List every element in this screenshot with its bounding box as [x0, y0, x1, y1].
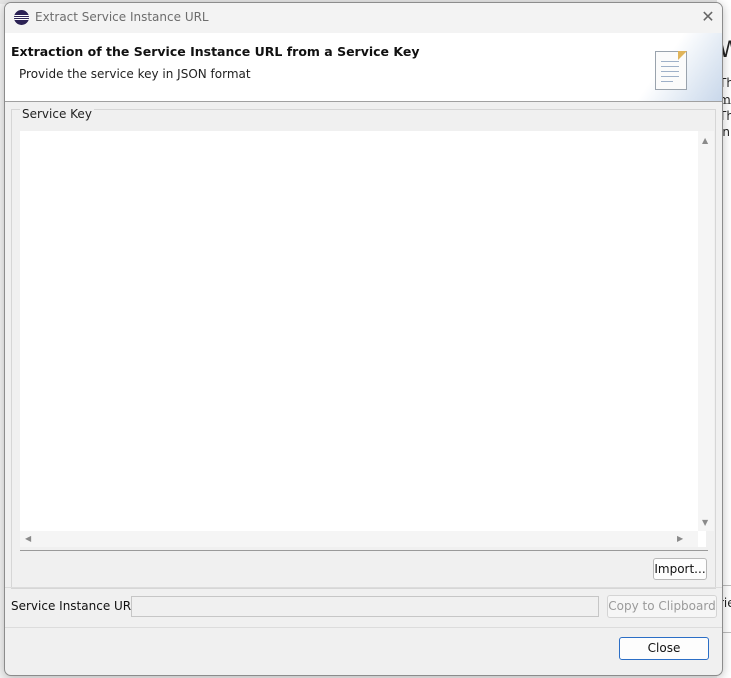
close-icon[interactable]: ✕	[697, 6, 719, 28]
import-button[interactable]: Import...	[653, 558, 707, 580]
close-button[interactable]: Close	[619, 637, 709, 660]
scroll-left-icon[interactable]: ◀	[25, 534, 31, 543]
service-key-textarea[interactable]: ▲ ▼ ◀ ▶	[20, 131, 714, 547]
wizard-banner: Extraction of the Service Instance URL f…	[5, 33, 722, 101]
footer-separator	[5, 627, 722, 628]
service-key-label: Service Key	[20, 107, 94, 121]
scroll-up-icon[interactable]: ▲	[702, 136, 708, 145]
copy-to-clipboard-button[interactable]: Copy to Clipboard	[607, 595, 717, 618]
service-instance-url-field[interactable]	[131, 596, 599, 617]
service-instance-url-label: Service Instance URL:	[11, 599, 142, 613]
service-key-group: Service Key ▲ ▼ ◀ ▶ Import...	[11, 107, 716, 589]
section-separator	[5, 587, 722, 588]
textarea-underline	[20, 550, 708, 551]
scroll-right-icon[interactable]: ▶	[677, 534, 683, 543]
document-icon	[655, 51, 687, 90]
vertical-scrollbar[interactable]: ▲ ▼	[698, 131, 714, 531]
banner-subtitle: Provide the service key in JSON format	[19, 67, 251, 81]
window-title: Extract Service Instance URL	[35, 10, 209, 24]
horizontal-scrollbar[interactable]: ◀ ▶	[20, 531, 698, 547]
title-bar[interactable]: Extract Service Instance URL ✕	[5, 3, 722, 33]
eclipse-app-icon	[14, 10, 29, 25]
scroll-down-icon[interactable]: ▼	[702, 518, 708, 527]
banner-separator	[5, 101, 722, 102]
banner-title: Extraction of the Service Instance URL f…	[11, 44, 420, 59]
extract-url-dialog: Extract Service Instance URL ✕ Extractio…	[4, 2, 723, 676]
